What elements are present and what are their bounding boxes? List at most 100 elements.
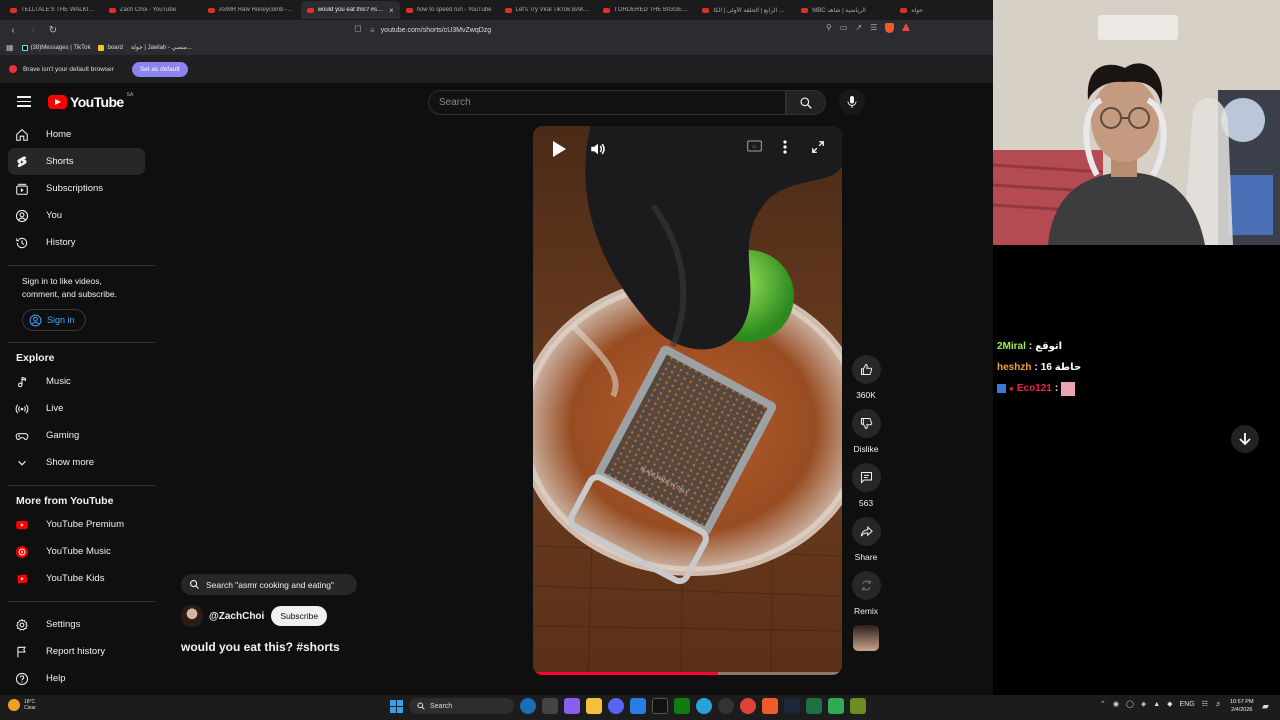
translate-icon[interactable]: ☰ bbox=[870, 23, 877, 33]
browser-tab[interactable]: MBC الرياضية | شاهد bbox=[795, 1, 894, 19]
cast-icon[interactable]: ▭ bbox=[840, 23, 848, 33]
app-icon[interactable] bbox=[828, 698, 844, 714]
sidebar-item-history[interactable]: History bbox=[8, 229, 145, 256]
bookmark-board[interactable]: board bbox=[98, 44, 123, 51]
subscribe-button[interactable]: Subscribe bbox=[271, 606, 328, 626]
network-icon[interactable]: ☷ bbox=[1202, 700, 1208, 708]
set-default-button[interactable]: Set as default bbox=[131, 61, 188, 77]
sidebar-item-shorts[interactable]: Shorts bbox=[8, 148, 145, 175]
channel-avatar[interactable] bbox=[181, 605, 203, 627]
sidebar-item-gaming[interactable]: Gaming bbox=[8, 422, 145, 449]
app-icon[interactable] bbox=[850, 698, 866, 714]
tray-app-icon[interactable]: ◉ bbox=[1113, 700, 1119, 708]
sidebar-item-home[interactable]: Home bbox=[8, 121, 145, 148]
browser-tab[interactable]: Zach Choi - YouTube bbox=[103, 1, 202, 19]
brave-rewards-icon[interactable] bbox=[902, 23, 911, 31]
xbox-icon[interactable] bbox=[674, 698, 690, 714]
sidebar-item-label: You bbox=[46, 210, 63, 221]
browser-tab[interactable]: Let's Try Viral TikTok BAKED P bbox=[499, 1, 598, 19]
zoom-icon[interactable]: ⚲ bbox=[826, 23, 832, 33]
edge-icon[interactable] bbox=[520, 698, 536, 714]
share-page-icon[interactable]: ↗ bbox=[855, 23, 862, 33]
site-settings-icon[interactable]: ≡ bbox=[370, 26, 375, 35]
channel-name[interactable]: @ZachChoi bbox=[209, 611, 264, 622]
browser-tab[interactable]: الوزن الرابع | الحلقة الأولى | الكا bbox=[696, 1, 795, 19]
youtube-logo[interactable]: YouTube SA bbox=[48, 92, 133, 110]
windows-start-icon[interactable] bbox=[390, 699, 403, 713]
captions-button[interactable]: cc bbox=[747, 140, 762, 152]
short-video-player[interactable]: BLADE MADE IN ITALY cc bbox=[533, 126, 842, 675]
sidebar-item-help[interactable]: Help bbox=[8, 665, 145, 692]
favicon-icon bbox=[801, 7, 809, 13]
sidebar-item-settings[interactable]: Settings bbox=[8, 611, 145, 638]
notes-icon[interactable] bbox=[630, 698, 646, 714]
sidebar-item-youtube-premium[interactable]: YouTube Premium bbox=[8, 511, 145, 538]
related-search-chip[interactable]: Search "asmr cooking and eating" bbox=[181, 574, 357, 595]
more-options-button[interactable] bbox=[783, 140, 787, 154]
favicon-icon bbox=[306, 7, 314, 13]
copilot-icon[interactable] bbox=[564, 698, 580, 714]
remix-button[interactable] bbox=[851, 571, 881, 600]
weather-widget[interactable]: 18°C Clear bbox=[8, 699, 36, 711]
sidebar-item-you[interactable]: You bbox=[8, 202, 145, 229]
voice-search-button[interactable] bbox=[839, 89, 865, 115]
search-input[interactable] bbox=[429, 91, 785, 114]
sidebar-item-subscriptions[interactable]: Subscriptions bbox=[8, 175, 145, 202]
menu-icon[interactable] bbox=[17, 96, 31, 107]
steam-icon[interactable] bbox=[784, 698, 800, 714]
back-icon[interactable]: ‹ bbox=[6, 25, 20, 36]
volume-button[interactable] bbox=[589, 140, 607, 158]
tray-app-icon[interactable]: ◈ bbox=[1141, 700, 1146, 708]
sidebar-item-report-history[interactable]: Report history bbox=[8, 638, 145, 665]
obs-icon[interactable] bbox=[718, 698, 734, 714]
sidebar-item-youtube-music[interactable]: YouTube Music bbox=[8, 538, 145, 565]
browser-tab[interactable]: how to speed run - YouTube bbox=[400, 1, 499, 19]
bookmark-tiktok[interactable]: (38)Messages | TikTok bbox=[21, 44, 90, 51]
task-view-icon[interactable] bbox=[542, 698, 558, 714]
fullscreen-button[interactable] bbox=[811, 140, 825, 154]
file-explorer-icon[interactable] bbox=[586, 698, 602, 714]
bookmark-page-icon[interactable]: ◻ bbox=[354, 23, 361, 34]
browser-tab[interactable]: ASMR Raw Honeycomb - Extr bbox=[202, 1, 301, 19]
telegram-icon[interactable] bbox=[696, 698, 712, 714]
comments-button[interactable] bbox=[851, 463, 881, 492]
notification-icon[interactable]: ▰ bbox=[1262, 701, 1269, 712]
browser-tab[interactable]: حولة bbox=[894, 1, 993, 19]
share-button[interactable] bbox=[851, 517, 881, 546]
discord-icon[interactable] bbox=[608, 698, 624, 714]
sidebar-item-youtube-kids[interactable]: YouTube Kids bbox=[8, 565, 145, 592]
excel-icon[interactable] bbox=[806, 698, 822, 714]
tray-app-icon[interactable]: ◯ bbox=[1126, 700, 1134, 708]
sign-in-button[interactable]: Sign in bbox=[22, 309, 86, 331]
sound-source-avatar[interactable] bbox=[853, 625, 879, 651]
close-tab-icon[interactable]: × bbox=[389, 6, 394, 15]
tray-app-icon[interactable]: ◆ bbox=[1167, 700, 1172, 708]
dislike-button[interactable] bbox=[851, 409, 881, 438]
play-button[interactable] bbox=[551, 140, 567, 158]
reload-icon[interactable]: ↻ bbox=[46, 25, 60, 36]
bookmark-jawlah[interactable]: جولة | Jawlah - منصي... bbox=[131, 44, 192, 51]
browser-tab[interactable]: TELLTALE'S THE WALKING DEA bbox=[4, 1, 103, 19]
sidebar-item-music[interactable]: Music bbox=[8, 368, 145, 395]
taskbar-search[interactable]: Search bbox=[409, 698, 514, 714]
apps-grid-icon[interactable]: ▦ bbox=[6, 43, 14, 52]
sidebar-item-live[interactable]: Live bbox=[8, 395, 145, 422]
volume-tray-icon[interactable]: ♬ bbox=[1215, 701, 1222, 708]
like-button[interactable] bbox=[851, 355, 881, 384]
chrome-icon[interactable] bbox=[740, 698, 756, 714]
clock[interactable]: 10:57 PM 2/4/2026 bbox=[1230, 698, 1254, 714]
video-progress-bar[interactable] bbox=[533, 672, 842, 675]
tray-app-icon[interactable]: ▲ bbox=[1153, 701, 1160, 708]
scroll-down-button[interactable] bbox=[1231, 425, 1259, 453]
tiktok-app-icon[interactable] bbox=[652, 698, 668, 714]
brave-app-icon[interactable] bbox=[762, 698, 778, 714]
sidebar-item-label: Gaming bbox=[46, 430, 80, 441]
brave-shields-icon[interactable] bbox=[885, 23, 895, 33]
chevron-up-icon[interactable]: ⌃ bbox=[1100, 700, 1106, 708]
language-indicator[interactable]: ENG bbox=[1180, 701, 1195, 708]
search-button[interactable] bbox=[786, 90, 826, 115]
sidebar-item-show-more[interactable]: Show more bbox=[8, 449, 145, 476]
forward-icon[interactable]: › bbox=[26, 25, 40, 36]
browser-tab[interactable]: I ORDERED THE BIGGEST BUR bbox=[597, 1, 696, 19]
browser-tab[interactable]: would you eat this? #short × bbox=[300, 1, 400, 19]
